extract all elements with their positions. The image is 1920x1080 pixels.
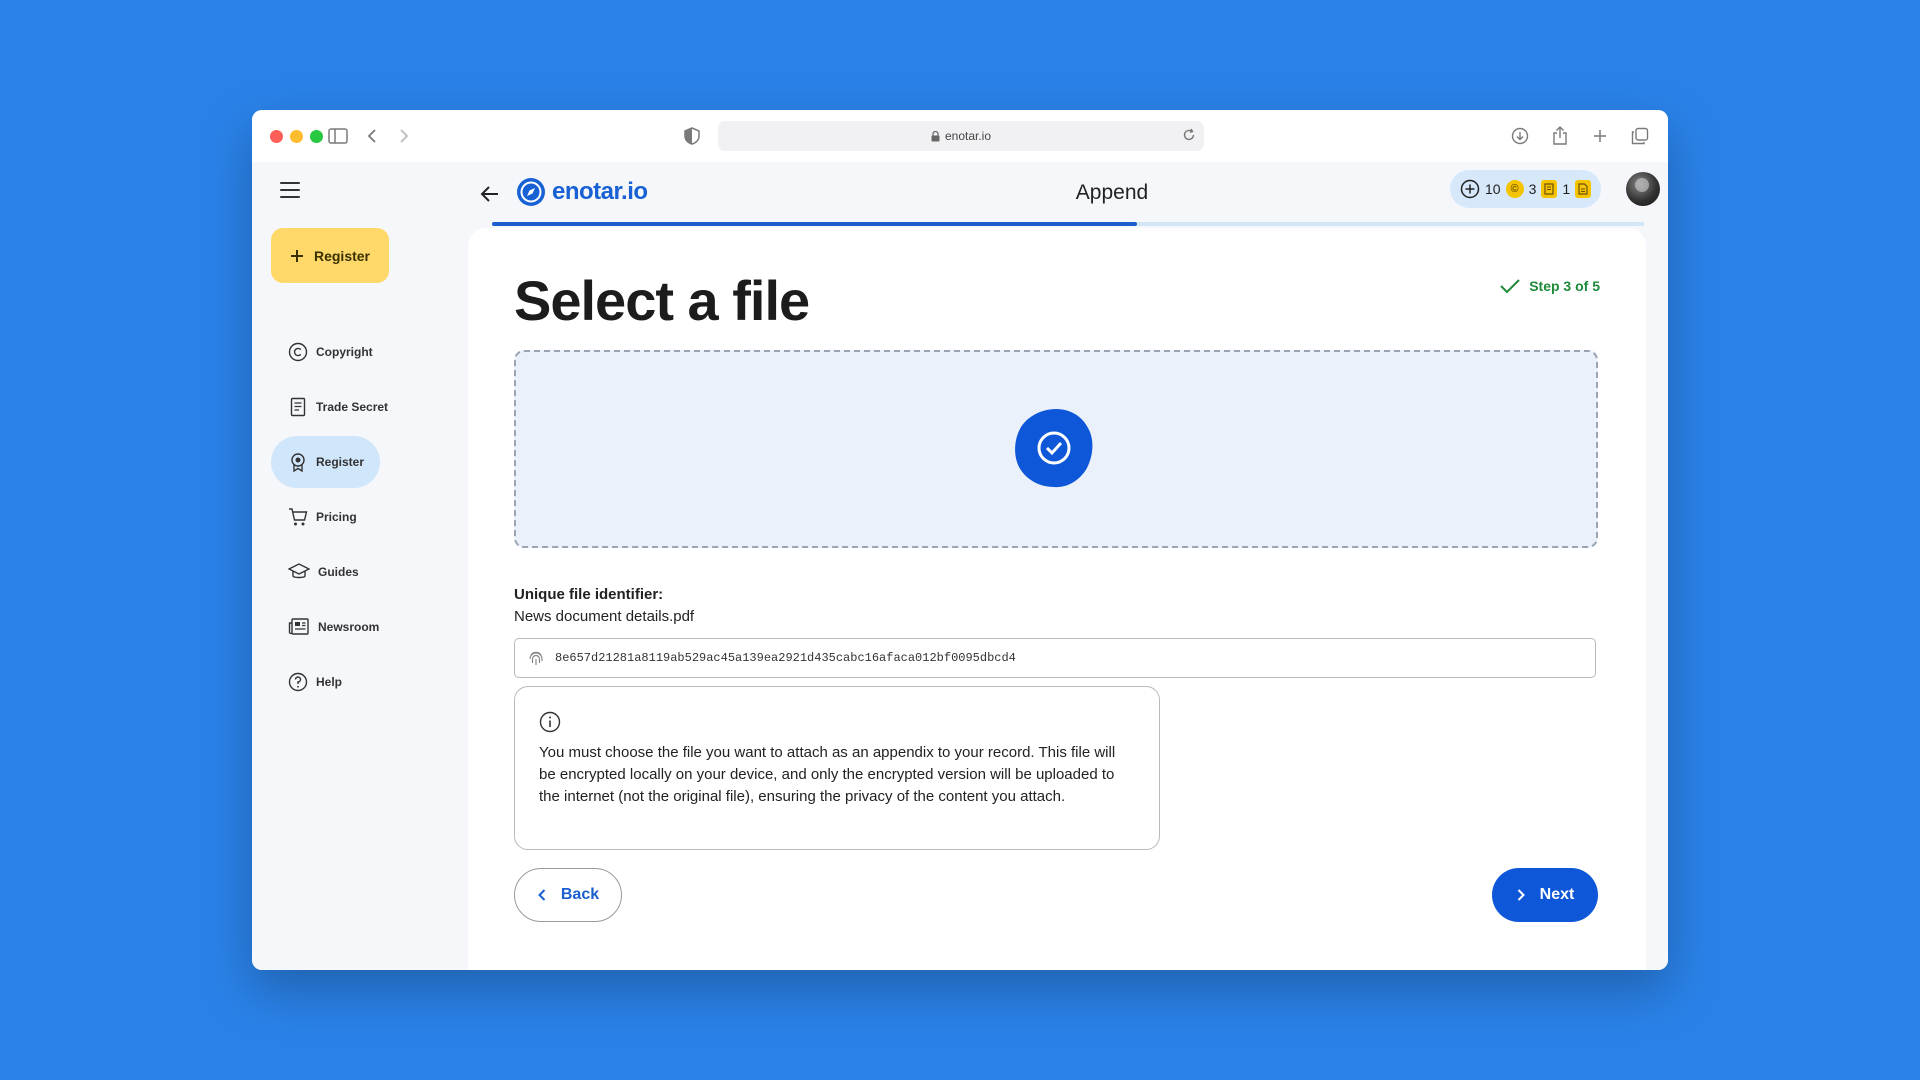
- file-dropzone[interactable]: [514, 350, 1598, 548]
- sidebar-item-label: Newsroom: [318, 620, 380, 634]
- sidebar-item-label: Pricing: [316, 510, 357, 524]
- menu-icon[interactable]: [280, 182, 300, 198]
- hash-value: 8e657d21281a8119ab529ac45a139ea2921d435c…: [555, 651, 1016, 665]
- copyright-icon: [288, 342, 308, 362]
- plus-icon: [290, 249, 303, 262]
- copyright-count: 3: [1528, 181, 1537, 197]
- info-icon: [539, 711, 561, 733]
- register-button-label: Register: [313, 247, 371, 264]
- sidebar-item-label: Trade Secret: [316, 400, 389, 414]
- share-icon[interactable]: [1548, 124, 1572, 148]
- document-icon: [290, 397, 306, 417]
- progress-fill: [492, 222, 1138, 226]
- sidebar-item-newsroom[interactable]: Newsroom: [271, 601, 395, 653]
- sidebar-item-help[interactable]: Help: [271, 656, 358, 708]
- address-bar[interactable]: enotar.io: [718, 121, 1204, 151]
- info-text: You must choose the file you want to att…: [539, 744, 1116, 805]
- chevron-left-icon[interactable]: [360, 124, 384, 148]
- new-tab-icon[interactable]: [1588, 124, 1612, 148]
- page-title: Append: [1075, 181, 1149, 204]
- chevron-right-icon[interactable]: [392, 124, 416, 148]
- page-heading: Select a file: [514, 269, 810, 332]
- tab-overview-icon[interactable]: [1628, 124, 1652, 148]
- register-button[interactable]: Register: [271, 228, 389, 283]
- progress-bar: [492, 222, 1644, 226]
- brand-logo[interactable]: enotar.io: [516, 174, 648, 210]
- chevron-right-icon: [1517, 889, 1525, 901]
- info-notice: You must choose the file you want to att…: [514, 686, 1160, 850]
- browser-toolbar: enotar.io: [252, 110, 1668, 163]
- award-icon: [291, 453, 305, 472]
- step-indicator: Step 3 of 5: [1499, 278, 1600, 294]
- check-badge-icon: [1015, 409, 1093, 488]
- help-icon: [288, 672, 308, 692]
- trade-secret-badge-icon: [1541, 180, 1558, 198]
- chevron-left-icon: [537, 889, 546, 901]
- sidebar-item-label: Copyright: [316, 345, 373, 359]
- shield-icon[interactable]: [680, 124, 704, 148]
- minimize-window-button[interactable]: [290, 130, 303, 143]
- sidebar-item-pricing[interactable]: Pricing: [271, 491, 373, 543]
- sidebar-item-label: Guides: [318, 565, 359, 579]
- file-name: News document details.pdf: [514, 608, 695, 625]
- graduation-cap-icon: [288, 563, 310, 579]
- balance-counters[interactable]: 10 © 3 1: [1450, 170, 1602, 208]
- brand-name: enotar.io: [552, 178, 648, 205]
- back-button-label: Back: [560, 886, 600, 903]
- lock-icon: [931, 130, 940, 142]
- sidebar-item-register[interactable]: Register: [271, 436, 381, 488]
- reload-icon[interactable]: [1182, 128, 1196, 142]
- compass-icon: [517, 178, 545, 206]
- sidebar-item-trade-secret[interactable]: Trade Secret: [271, 381, 404, 433]
- app-area: Register Copyright Trade Secret Register…: [252, 162, 1668, 970]
- credits-count: 10: [1485, 181, 1501, 197]
- next-button-label: Next: [1539, 886, 1575, 903]
- copyright-coin-icon: ©: [1505, 180, 1524, 198]
- back-button[interactable]: Back: [514, 868, 622, 922]
- sidebar-item-guides[interactable]: Guides: [271, 546, 375, 598]
- main-card: Select a file Step 3 of 5 Unique file id…: [468, 228, 1646, 970]
- newspaper-icon: [288, 618, 309, 635]
- close-window-button[interactable]: [270, 130, 283, 143]
- plus-circle-icon: [1460, 179, 1480, 199]
- avatar[interactable]: [1626, 172, 1660, 206]
- step-text: Step 3 of 5: [1529, 278, 1600, 294]
- download-icon[interactable]: [1508, 124, 1532, 148]
- address-url: enotar.io: [944, 129, 992, 143]
- uid-label: Unique file identifier:: [514, 586, 664, 603]
- sidebar-item-label: Register: [316, 455, 365, 469]
- document-badge-icon: [1575, 180, 1592, 198]
- checkmark-icon: [1500, 279, 1520, 294]
- browser-window: enotar.io Register Copyright Trade Secre…: [252, 110, 1668, 970]
- sidebar: Register Copyright Trade Secret Register…: [252, 162, 468, 970]
- hash-field[interactable]: 8e657d21281a8119ab529ac45a139ea2921d435c…: [514, 638, 1596, 678]
- cart-icon: [289, 508, 308, 526]
- fingerprint-icon: [529, 651, 543, 665]
- next-button[interactable]: Next: [1492, 868, 1598, 922]
- arrow-left-icon[interactable]: [478, 182, 502, 206]
- sidebar-item-copyright[interactable]: Copyright: [271, 326, 389, 378]
- trade-secret-count: 1: [1562, 181, 1571, 197]
- sidebar-item-label: Help: [316, 675, 343, 689]
- sidebar-toggle-icon[interactable]: [326, 124, 350, 148]
- maximize-window-button[interactable]: [310, 130, 323, 143]
